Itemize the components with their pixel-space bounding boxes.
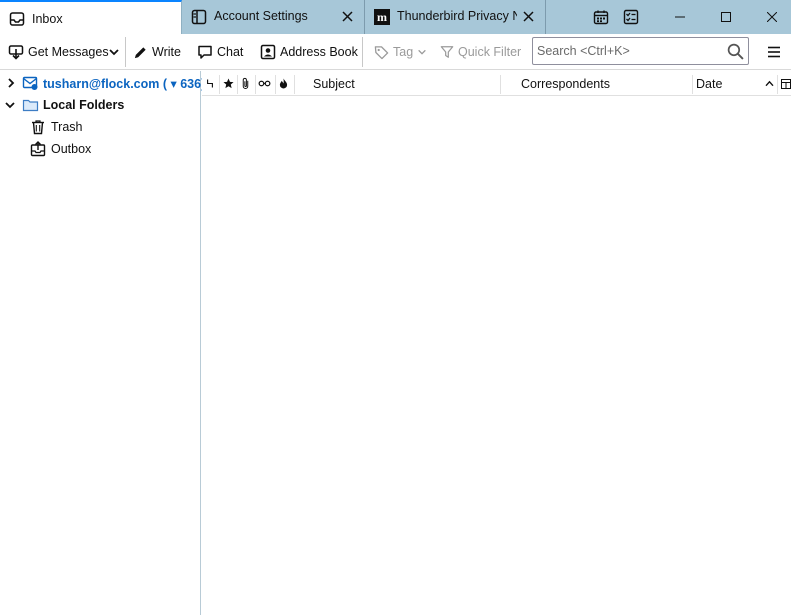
account-label: tusharn@flock.com ( ▾ 636) [43,77,206,91]
tasks-icon [623,9,639,25]
calendar-icon [593,10,609,25]
quick-filter-button[interactable]: Quick Filter [440,41,521,63]
column-separator [294,75,295,94]
column-separator [219,75,220,94]
search-input[interactable] [537,42,717,60]
thread-column-header: Subject Correspondents Date [202,71,791,96]
trash-icon [32,120,44,135]
tab-privacy-notice[interactable]: m Thunderbird Privacy N [365,0,546,34]
folder-outbox[interactable]: Outbox [0,138,200,160]
address-book-label: Address Book [280,45,358,59]
app-menu-button[interactable] [767,41,785,63]
pencil-icon [134,46,146,58]
inbox-icon [9,12,25,26]
column-separator [275,75,276,94]
maximize-icon [721,12,731,22]
subject-column-label: Subject [313,76,355,91]
folder-trash[interactable]: Trash [0,116,200,138]
write-label: Write [152,45,181,59]
folder-icon [22,99,39,112]
tag-label: Tag [393,45,414,59]
close-window-button[interactable] [749,0,791,34]
thread-icon [207,79,213,88]
close-icon [767,12,777,22]
flame-icon [279,78,288,89]
column-separator [237,75,238,94]
folder-local-folders[interactable]: Local Folders [0,94,200,116]
col-date[interactable]: Date [696,71,776,96]
star-icon [223,78,234,89]
outbox-label: Outbox [51,142,92,156]
col-junk[interactable] [279,71,293,96]
chevron-right-icon[interactable] [6,78,16,88]
toolbar-separator [362,37,363,67]
col-subject[interactable]: Subject [313,71,493,96]
column-picker-button[interactable] [781,71,791,96]
tab-inbox[interactable]: Inbox [0,0,182,34]
toolbar-separator [125,37,126,67]
hamburger-menu-icon [768,46,780,58]
minimize-icon [675,16,685,18]
chevron-down-icon[interactable] [5,100,15,110]
trash-label: Trash [51,120,83,134]
search-box[interactable] [532,37,749,65]
close-tab-icon[interactable] [523,11,534,22]
mail-account-icon [22,76,38,90]
filter-icon [440,46,454,58]
get-messages-label: Get Messages [28,45,109,59]
settings-page-icon [191,9,207,25]
sort-ascending-icon[interactable] [765,80,774,87]
tag-icon [374,45,389,59]
read-status-icon [258,80,271,87]
mozilla-m-icon: m [374,9,390,25]
tab-account-settings-label: Account Settings [214,9,308,23]
chat-bubble-icon [198,45,212,59]
quick-filter-label: Quick Filter [458,45,522,59]
chat-button[interactable]: Chat [197,41,243,63]
maximize-button[interactable] [703,0,749,34]
thread-list[interactable] [202,97,791,615]
calendar-tab-button[interactable] [592,8,610,26]
get-messages-dropdown[interactable] [108,41,124,63]
tab-bar: Inbox Account Settings m Thunderbird Pri… [0,0,791,34]
download-icon [8,45,24,60]
tab-privacy-notice-label: Thunderbird Privacy N [397,9,517,23]
search-icon[interactable] [727,43,744,60]
paperclip-icon [242,77,249,89]
column-separator [500,75,501,94]
col-read-status[interactable] [258,71,274,96]
date-column-label: Date [696,76,723,91]
folder-account[interactable]: tusharn@flock.com ( ▾ 636) [0,72,205,94]
col-attachment[interactable] [241,71,255,96]
column-separator [692,75,693,94]
col-correspondents[interactable]: Correspondents [521,71,681,96]
tasks-tab-button[interactable] [622,8,640,26]
correspondents-column-label: Correspondents [521,76,610,91]
get-messages-button[interactable]: Get Messages [8,41,109,63]
tab-inbox-label: Inbox [32,12,63,26]
chevron-down-icon [418,49,426,55]
local-folders-label: Local Folders [43,98,125,112]
chat-label: Chat [217,45,244,59]
address-book-icon [260,44,276,60]
tab-account-settings[interactable]: Account Settings [182,0,365,34]
col-thread[interactable] [206,71,220,96]
column-picker-icon [781,78,791,89]
close-tab-icon[interactable] [342,11,353,22]
svg-text:m: m [377,10,387,24]
chevron-down-icon [109,49,119,56]
address-book-button[interactable]: Address Book [260,41,358,63]
write-button[interactable]: Write [133,41,181,63]
tag-button[interactable]: Tag [374,41,431,63]
column-separator [255,75,256,94]
outbox-icon [30,141,46,157]
col-starred[interactable] [223,71,237,96]
column-separator [777,75,778,94]
folder-pane: tusharn@flock.com ( ▾ 636) Local Folders… [0,71,205,615]
minimize-button[interactable] [657,0,703,34]
